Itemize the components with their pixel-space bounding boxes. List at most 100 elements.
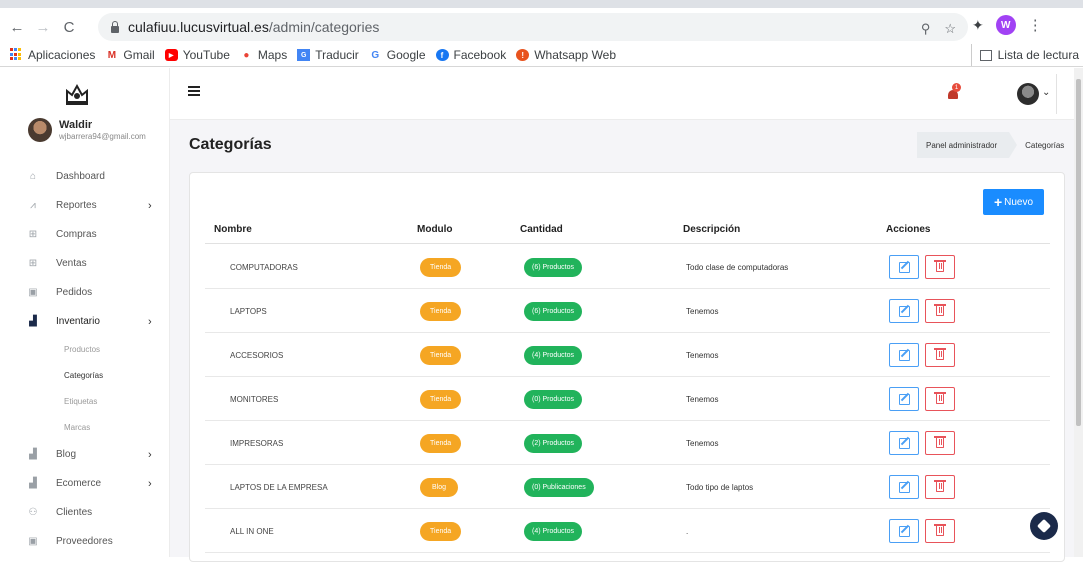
bookmark-maps[interactable]: ● Maps — [240, 48, 287, 62]
sidebar-item-compras[interactable]: ⊞ Compras — [0, 220, 170, 249]
notification-bell-icon[interactable]: 1 — [947, 83, 961, 100]
zoom-icon[interactable]: ⚲ — [921, 21, 931, 37]
reload-icon[interactable]: C — [58, 16, 80, 38]
module-badge: Tienda — [420, 389, 462, 409]
edit-button[interactable] — [889, 475, 919, 499]
column-header-descripcion[interactable]: Descripción — [683, 224, 740, 235]
edit-icon — [898, 305, 910, 317]
paint-bucket-icon — [1036, 518, 1052, 534]
edit-icon — [898, 437, 910, 449]
bookmark-gmail[interactable]: M Gmail — [105, 48, 155, 62]
avatar[interactable] — [1017, 83, 1039, 105]
sidebar-item-clientes[interactable]: ⚇ Clientes — [0, 498, 170, 527]
bookmark-whatsapp[interactable]: ! Whatsapp Web — [516, 48, 616, 62]
count-badge: (6) Productos — [524, 301, 583, 321]
bookmark-traducir[interactable]: G Traducir — [297, 48, 359, 62]
sidebar-subitem-etiquetas[interactable]: Etiquetas — [0, 388, 170, 414]
edit-button[interactable] — [889, 431, 919, 455]
forward-icon[interactable]: → — [32, 16, 54, 38]
edit-button[interactable] — [889, 255, 919, 279]
category-description: Tenemos — [686, 394, 719, 404]
table-row: LAPTOPS Tienda (6) Productos Tenemos — [205, 289, 1050, 333]
browser-menu-icon[interactable]: ⋮ — [1028, 16, 1043, 34]
column-header-cantidad[interactable]: Cantidad — [520, 224, 563, 235]
browser-chrome: ← → C culafiuu.lucusvirtual.es/admin/cat… — [0, 0, 1083, 67]
breadcrumb-item-panel[interactable]: Panel administrador — [917, 132, 1018, 158]
crown-logo-icon — [66, 83, 88, 105]
sidebar-item-dashboard[interactable]: ⌂ Dashboard — [0, 162, 170, 191]
notification-count-badge: 1 — [952, 83, 961, 92]
edit-button[interactable] — [889, 343, 919, 367]
trash-icon — [934, 436, 946, 448]
profile-avatar[interactable]: W — [995, 15, 1016, 35]
module-badge: Tienda — [420, 521, 462, 541]
sidebar-item-ecomerce[interactable]: ▟ Ecomerce › — [0, 469, 170, 498]
edit-icon — [898, 481, 910, 493]
sidebar-item-pedidos[interactable]: ▣ Pedidos — [0, 278, 170, 307]
delete-button[interactable] — [925, 519, 955, 543]
hamburger-menu-icon[interactable] — [188, 86, 200, 96]
categories-card: + Nuevo Nombre Modulo Cantidad Descripci… — [189, 172, 1065, 562]
boxes-icon: ▟ — [29, 478, 37, 489]
truck-icon: ▣ — [28, 536, 38, 547]
trash-icon — [934, 392, 946, 404]
module-badge: Blog — [420, 477, 458, 497]
column-header-modulo[interactable]: Modulo — [417, 224, 453, 235]
truck-icon: ▣ — [28, 287, 38, 298]
star-icon[interactable]: ☆ — [944, 21, 956, 37]
new-category-button[interactable]: + Nuevo — [983, 189, 1044, 215]
category-name: ALL IN ONE — [230, 526, 274, 536]
home-icon: ⌂ — [29, 171, 37, 182]
delete-button[interactable] — [925, 343, 955, 367]
sidebar-item-reportes[interactable]: ⩘ Reportes › — [0, 191, 170, 220]
tab-strip — [0, 0, 1083, 8]
trash-icon — [934, 524, 946, 536]
edit-icon — [898, 393, 910, 405]
delete-button[interactable] — [925, 299, 955, 323]
plus-icon: + — [993, 194, 1003, 210]
bookmarks-bar: Aplicaciones M Gmail ▶ YouTube ● Maps G Trad… — [0, 44, 1083, 66]
chevron-right-icon: › — [148, 477, 152, 490]
category-description: . — [686, 526, 689, 536]
edit-button[interactable] — [889, 299, 919, 323]
address-bar[interactable]: culafiuu.lucusvirtual.es/admin/categorie… — [98, 13, 968, 41]
category-name: ACCESORIOS — [230, 350, 284, 360]
delete-button[interactable] — [925, 255, 955, 279]
sidebar-subitem-productos[interactable]: Productos — [0, 336, 170, 362]
sidebar-subitem-categorias[interactable]: Categorías — [0, 362, 170, 388]
sidebar-subitem-marcas[interactable]: Marcas — [0, 414, 170, 440]
column-header-nombre[interactable]: Nombre — [214, 224, 252, 235]
sidebar-item-inventario[interactable]: ▟ Inventario › — [0, 307, 170, 336]
reading-list-button[interactable]: Lista de lectura — [970, 44, 1079, 66]
count-badge: (4) Productos — [524, 345, 583, 365]
scrollbar-thumb[interactable] — [1076, 79, 1081, 426]
sidebar-item-blog[interactable]: ▟ Blog › — [0, 440, 170, 469]
users-icon: ⚇ — [28, 507, 38, 518]
maps-pin-icon: ● — [243, 49, 250, 61]
bookmark-youtube[interactable]: ▶ YouTube — [164, 48, 230, 62]
table-row: LAPTOS DE LA EMPRESA Blog (0) Publicacione… — [205, 465, 1050, 509]
edit-button[interactable] — [889, 519, 919, 543]
edit-button[interactable] — [889, 387, 919, 411]
main-content: Categorías Panel administrador Categoría… — [170, 120, 1083, 562]
row-actions — [889, 289, 961, 333]
sidebar-item-proveedores[interactable]: ▣ Proveedores — [0, 527, 170, 556]
delete-button[interactable] — [925, 431, 955, 455]
chevron-right-icon: › — [148, 448, 152, 461]
column-header-acciones: Acciones — [886, 224, 931, 235]
sidebar-item-ventas[interactable]: ⊞ Ventas — [0, 249, 170, 278]
bookmark-aplicaciones[interactable]: Aplicaciones — [28, 48, 95, 62]
google-icon: G — [371, 49, 380, 61]
chevron-down-icon[interactable]: ⌄ — [1042, 87, 1050, 98]
floating-action-button[interactable] — [1030, 512, 1058, 540]
reading-list-icon — [979, 49, 992, 61]
bookmark-google[interactable]: G Google — [369, 48, 425, 62]
extensions-icon[interactable]: ✦ — [972, 17, 984, 34]
delete-button[interactable] — [925, 475, 955, 499]
user-profile[interactable]: Waldir wjbarrera94@gmail.com — [28, 118, 146, 142]
back-icon[interactable]: ← — [6, 16, 28, 38]
category-description: Todo clase de computadoras — [686, 262, 789, 272]
delete-button[interactable] — [925, 387, 955, 411]
bookmark-facebook[interactable]: f Facebook — [435, 48, 506, 62]
row-actions — [889, 333, 961, 377]
